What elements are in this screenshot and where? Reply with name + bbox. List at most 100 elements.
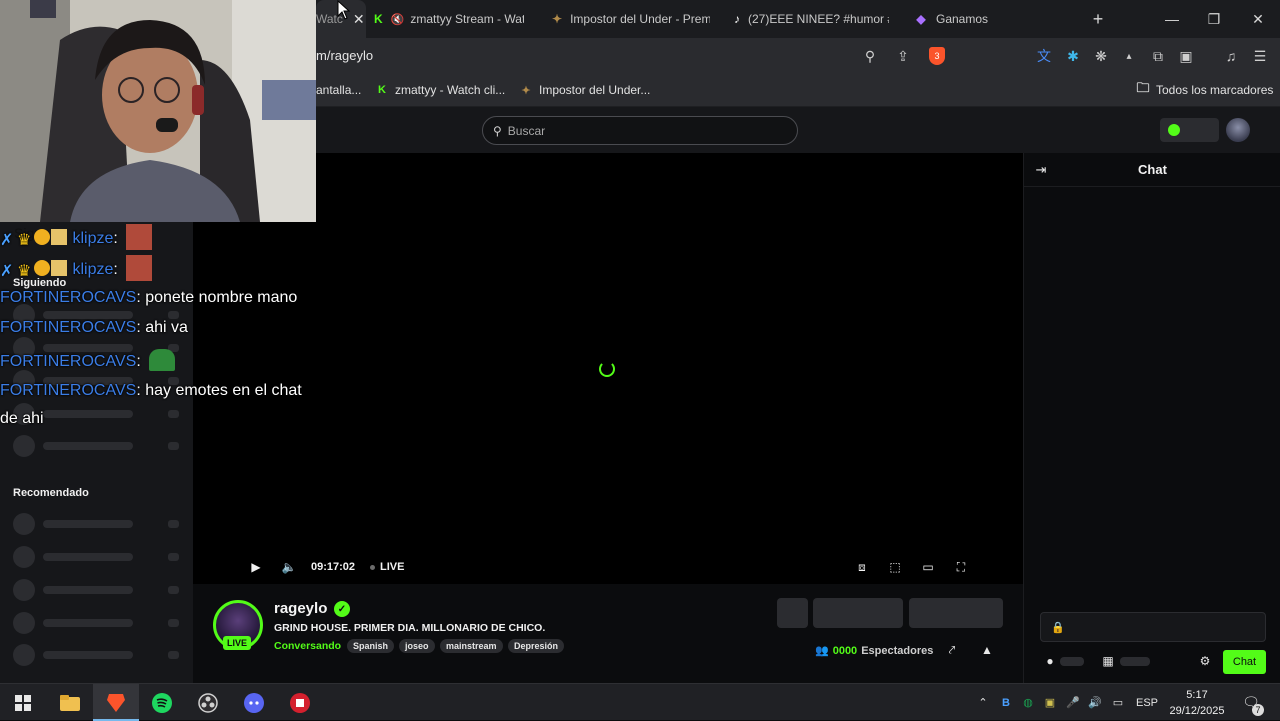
tag-chip[interactable]: mainstream	[440, 639, 503, 653]
brave-shields-button[interactable]: 3	[927, 47, 947, 65]
theater-mode-button[interactable]: ▭	[919, 558, 937, 576]
discord-icon	[244, 692, 264, 713]
microphone-icon[interactable]: 🎤	[1065, 684, 1081, 721]
extensions-puzzle-icon[interactable]: ⧉	[1149, 47, 1167, 65]
all-bookmarks-button[interactable]: 🗀 Todos los marcadores	[1136, 80, 1273, 99]
extension-3-icon[interactable]: ▴	[1120, 47, 1138, 65]
chat-title: Chat	[1138, 162, 1167, 177]
tab-tiktok[interactable]: ♪ (27)EEE NINEE? #humor #	[734, 0, 889, 38]
restore-icon: ❐	[1207, 10, 1221, 27]
start-button[interactable]	[0, 684, 46, 721]
clip-button[interactable]: ⬚	[886, 558, 904, 576]
tray-overflow-button[interactable]: ⌃	[975, 684, 991, 721]
warning-icon: ▲	[981, 643, 993, 657]
wallet-button[interactable]	[1160, 118, 1219, 142]
translate-icon[interactable]: 文	[1035, 47, 1053, 65]
channel-name[interactable]: rageylo	[274, 600, 327, 617]
notification-count: 7	[1252, 704, 1264, 716]
tray-app-3-icon[interactable]: ▣	[1042, 684, 1058, 721]
share-icon[interactable]: ⇪	[894, 47, 912, 65]
tray-app-icon[interactable]: B	[998, 684, 1014, 721]
action-button-placeholder[interactable]	[777, 598, 808, 628]
crown-badge-icon: ♛	[17, 232, 32, 249]
app-icon	[290, 692, 310, 713]
close-window-button[interactable]: ✕	[1236, 0, 1280, 38]
new-tab-button[interactable]: +	[1088, 0, 1108, 38]
recommended-heading: Recomendado	[13, 487, 89, 499]
taskbar-spotify[interactable]	[139, 684, 185, 721]
chat-input[interactable]: 🔒	[1040, 612, 1266, 642]
speaker-icon[interactable]: 🔊	[1087, 684, 1103, 721]
network-icon[interactable]: ▭	[1110, 684, 1126, 721]
bookmark-zmattyy[interactable]: K zmattyy - Watch cli...	[375, 81, 505, 99]
recommended-skeleton-row	[13, 612, 183, 634]
webcam-image	[0, 0, 316, 222]
media-icon[interactable]: ♫	[1222, 47, 1240, 65]
tab-label: Impostor del Under - Prem	[570, 12, 710, 26]
sub-badge-icon	[34, 260, 50, 276]
miniplayer-button[interactable]: ⧈	[853, 558, 871, 576]
search-input[interactable]: ⚲ Buscar	[482, 116, 798, 145]
extension-2-icon[interactable]: ❋	[1092, 47, 1110, 65]
system-clock[interactable]: 5:17 29/12/2025	[1168, 687, 1226, 719]
chat-send-button[interactable]: Chat	[1223, 650, 1266, 674]
extension-icon[interactable]: ✱	[1064, 47, 1082, 65]
gift-badge-icon	[51, 229, 67, 245]
language-indicator[interactable]: ESP	[1134, 684, 1160, 721]
tag-chip[interactable]: Spanish	[347, 639, 395, 653]
stream-category[interactable]: Conversando	[274, 640, 341, 652]
bookmark-label: Impostor del Under...	[539, 83, 651, 97]
volume-button[interactable]: 🔈	[280, 558, 298, 576]
close-tab-icon[interactable]: ✕	[353, 11, 365, 28]
minimize-button[interactable]: —	[1150, 0, 1194, 38]
menu-icon[interactable]: ☰	[1251, 47, 1269, 65]
brave-icon	[107, 693, 125, 712]
taskbar-app[interactable]	[277, 684, 323, 721]
fullscreen-button[interactable]: ⛶	[952, 558, 970, 576]
muted-icon[interactable]: 🔇	[391, 13, 405, 26]
user-avatar[interactable]	[1226, 118, 1250, 142]
notifications-button[interactable]: 🗨 7	[1236, 684, 1266, 721]
taskbar-brave[interactable]	[93, 684, 139, 721]
report-button[interactable]: ▲	[979, 642, 995, 658]
overlay-chat-line: ✗ ♛ klipze:	[0, 224, 153, 250]
emote-icon	[126, 224, 153, 250]
folder-icon: 🗀	[1136, 80, 1150, 95]
settings-gear-icon[interactable]: ⚙	[1197, 653, 1213, 669]
play-button[interactable]: ▶	[247, 558, 265, 576]
loading-spinner-icon	[599, 361, 615, 377]
gift-badge-icon	[51, 260, 67, 276]
tab-ganamos[interactable]: ◆ Ganamos	[914, 0, 1034, 38]
follow-button-placeholder[interactable]	[909, 598, 1003, 628]
tag-chip[interactable]: joseo	[399, 639, 435, 653]
url-field[interactable]: m/rageylo	[316, 48, 373, 63]
restore-button[interactable]: ❐	[1192, 0, 1236, 38]
live-indicator[interactable]: LIVE	[370, 558, 404, 576]
zoom-icon[interactable]: ⚲	[861, 47, 879, 65]
taskbar-discord[interactable]	[231, 684, 277, 721]
overlay-chat-line: de ahi	[0, 410, 44, 428]
bookmark-impostor[interactable]: ✦ Impostor del Under...	[519, 81, 650, 99]
tab-zmattyy[interactable]: K 🔇 zmattyy Stream - Watc	[374, 0, 524, 38]
game-icon: ✦	[521, 84, 531, 97]
store-icon[interactable]: ▦	[1100, 653, 1116, 669]
recommended-skeleton-row	[13, 513, 183, 535]
spotify-icon	[152, 692, 172, 713]
sidebar-icon[interactable]: ▣	[1177, 47, 1195, 65]
taskbar-file-explorer[interactable]	[47, 684, 93, 721]
webcam-overlay	[0, 0, 316, 222]
overlay-separator: :	[136, 353, 141, 370]
bookmark-pantalla[interactable]: antalla...	[316, 81, 361, 99]
tag-chip[interactable]: Depresión	[508, 639, 565, 653]
tab-impostor[interactable]: ✦ Impostor del Under - Prem	[552, 0, 710, 38]
taskbar-obs[interactable]	[185, 684, 231, 721]
overlay-message: hay emotes en el chat	[140, 382, 302, 399]
overlay-message: de ahi	[0, 410, 44, 427]
share-button[interactable]: ⤤	[944, 642, 960, 658]
kick-coin-icon[interactable]: ●	[1042, 653, 1058, 669]
tray-app-2-icon[interactable]: ◍	[1020, 684, 1036, 721]
channel-info: LIVE rageylo ✓ GRIND HOUSE. PRIMER DIA. …	[193, 584, 1023, 683]
action-button-placeholder[interactable]	[813, 598, 903, 628]
video-player[interactable]: ▶ 🔈 09:17:02 LIVE ⧈ ⬚ ▭ ⛶	[193, 153, 1023, 584]
search-icon: ⚲	[493, 123, 502, 138]
